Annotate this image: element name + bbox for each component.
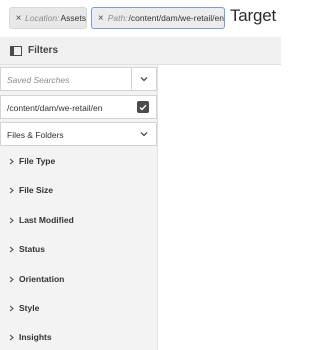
filters-header: Filters <box>0 37 281 65</box>
facet-file-type[interactable]: File Type <box>9 156 55 166</box>
tag-value: Assets <box>60 13 86 23</box>
saved-searches-select[interactable]: Saved Searches <box>0 67 157 91</box>
facet-label: Last Modified <box>19 215 74 225</box>
facet-orientation[interactable]: Orientation <box>9 274 64 284</box>
chevron-down-icon <box>140 132 148 137</box>
filters-rail: Saved Searches /content/dam/we-retail/en… <box>0 65 158 350</box>
facet-status[interactable]: Status <box>9 244 45 254</box>
facet-label: File Type <box>19 156 56 166</box>
facet-insights[interactable]: Insights <box>9 332 52 342</box>
chevron-down-icon <box>140 77 148 82</box>
filters-title: Filters <box>28 45 59 56</box>
chevron-right-icon <box>9 158 17 165</box>
facet-last-modified[interactable]: Last Modified <box>9 215 74 225</box>
path-tag[interactable]: × Path: /content/dam/we-retail/en <box>91 7 225 29</box>
facet-label: File Size <box>19 185 54 195</box>
close-icon[interactable]: × <box>12 13 25 24</box>
search-input[interactable]: Target <box>230 6 276 26</box>
filter-panel-icon[interactable] <box>10 46 22 56</box>
facet-label: Insights <box>19 332 52 342</box>
tag-value: /content/dam/we-retail/en <box>128 13 224 23</box>
chevron-right-icon <box>9 305 17 312</box>
facet-label: Style <box>19 303 40 313</box>
facet-label: Orientation <box>19 274 65 284</box>
location-tag[interactable]: × Location: Assets <box>9 7 87 29</box>
path-value: /content/dam/we-retail/en <box>7 103 103 113</box>
chevron-right-icon <box>9 187 17 194</box>
chevron-right-icon <box>9 246 17 253</box>
saved-searches-placeholder: Saved Searches <box>7 75 70 85</box>
tag-key: Path: <box>107 13 128 23</box>
saved-searches-toggle[interactable] <box>131 68 156 90</box>
facet-style[interactable]: Style <box>9 303 39 313</box>
results-area <box>158 65 281 350</box>
omnisearch-bar: × Location: Assets × Path: /content/dam/… <box>0 0 281 37</box>
path-browser-field[interactable]: /content/dam/we-retail/en <box>0 95 157 119</box>
chevron-right-icon <box>9 217 17 224</box>
scope-dropdown[interactable]: Files & Folders <box>0 122 157 146</box>
facet-label: Status <box>19 244 45 254</box>
scope-value: Files & Folders <box>7 130 64 140</box>
close-icon[interactable]: × <box>94 13 108 24</box>
chevron-right-icon <box>9 334 17 341</box>
facet-file-size[interactable]: File Size <box>9 185 53 195</box>
path-checkbox[interactable] <box>137 101 149 113</box>
chevron-right-icon <box>9 276 17 283</box>
tag-key: Location: <box>24 13 60 23</box>
checkmark-icon <box>139 104 147 111</box>
